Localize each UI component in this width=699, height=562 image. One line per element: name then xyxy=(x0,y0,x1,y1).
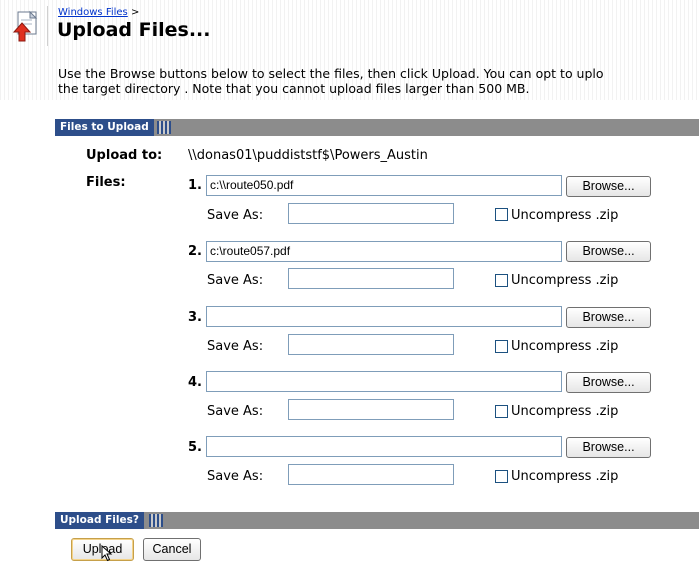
uncompress-zip-checkbox[interactable] xyxy=(495,405,508,418)
uncompress-zip-label[interactable]: Uncompress .zip xyxy=(511,404,618,419)
save-as-label: Save As: xyxy=(207,469,264,484)
breadcrumb-separator: > xyxy=(130,7,140,18)
breadcrumb: Windows Files > xyxy=(58,7,139,18)
uncompress-zip-checkbox[interactable] xyxy=(495,208,508,221)
save-as-label: Save As: xyxy=(207,208,264,223)
upload-files-icon xyxy=(12,10,38,42)
browse-button[interactable]: Browse... xyxy=(566,307,651,328)
file-path-input[interactable] xyxy=(206,436,562,457)
save-as-label: Save As: xyxy=(207,339,264,354)
uncompress-zip-label[interactable]: Uncompress .zip xyxy=(511,208,618,223)
cancel-button[interactable]: Cancel xyxy=(143,538,201,561)
breadcrumb-windows-files-link[interactable]: Windows Files xyxy=(58,7,128,18)
uncompress-zip-label[interactable]: Uncompress .zip xyxy=(511,469,618,484)
file-path-input[interactable]: c:\\route050.pdf xyxy=(206,175,562,196)
uncompress-zip-label[interactable]: Uncompress .zip xyxy=(511,339,618,354)
file-number: 3. xyxy=(188,310,202,325)
header-divider xyxy=(47,6,48,46)
file-number: 2. xyxy=(188,244,202,259)
intro-text: Use the Browse buttons below to select t… xyxy=(58,66,699,96)
file-number: 5. xyxy=(188,440,202,455)
browse-button[interactable]: Browse... xyxy=(566,176,651,197)
intro-line-2: the target directory . Note that you can… xyxy=(58,81,530,96)
save-as-label: Save As: xyxy=(207,404,264,419)
section-grip-icon xyxy=(157,121,171,134)
upload-files-section-bar: Upload Files? xyxy=(55,512,699,529)
save-as-input[interactable] xyxy=(288,268,454,289)
browse-button[interactable]: Browse... xyxy=(566,241,651,262)
uncompress-zip-checkbox[interactable] xyxy=(495,274,508,287)
files-to-upload-section-bar: Files to Upload xyxy=(55,119,699,136)
mouse-cursor-icon xyxy=(101,545,113,562)
upload-to-label: Upload to: xyxy=(86,148,163,163)
upload-to-path: \\donas01\puddiststf$\Powers_Austin xyxy=(188,148,428,163)
browse-button[interactable]: Browse... xyxy=(566,437,651,458)
page-title: Upload Files... xyxy=(57,19,211,41)
file-path-input[interactable] xyxy=(206,306,562,327)
uncompress-zip-checkbox[interactable] xyxy=(495,340,508,353)
intro-line-1: Use the Browse buttons below to select t… xyxy=(58,66,604,81)
files-label: Files: xyxy=(86,175,126,190)
save-as-input[interactable] xyxy=(288,334,454,355)
file-path-input[interactable]: c:\route057.pdf xyxy=(206,241,562,262)
file-number: 4. xyxy=(188,375,202,390)
uncompress-zip-checkbox[interactable] xyxy=(495,470,508,483)
files-to-upload-section-label: Files to Upload xyxy=(55,119,154,136)
save-as-label: Save As: xyxy=(207,273,264,288)
browse-button[interactable]: Browse... xyxy=(566,372,651,393)
section-grip-icon xyxy=(149,514,163,527)
file-number: 1. xyxy=(188,178,202,193)
uncompress-zip-label[interactable]: Uncompress .zip xyxy=(511,273,618,288)
save-as-input[interactable] xyxy=(288,399,454,420)
save-as-input[interactable] xyxy=(288,203,454,224)
file-path-input[interactable] xyxy=(206,371,562,392)
upload-files-section-label: Upload Files? xyxy=(55,512,144,529)
save-as-input[interactable] xyxy=(288,464,454,485)
